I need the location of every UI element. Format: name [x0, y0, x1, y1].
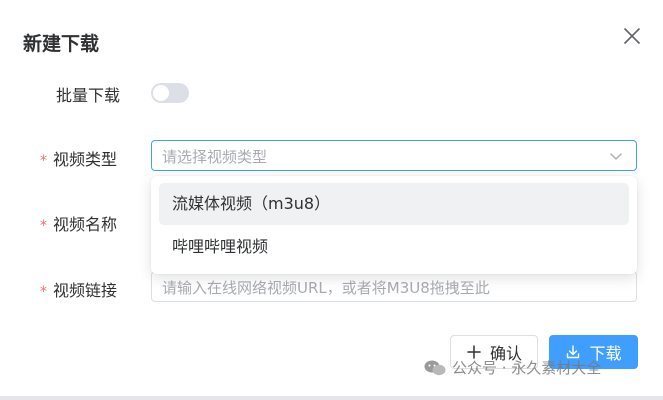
close-icon[interactable] — [620, 24, 644, 48]
video-link-placeholder: 请输入在线网络视频URL，或者将M3U8拖拽至此 — [162, 279, 490, 297]
option-m3u8[interactable]: 流媒体视频（m3u8） — [159, 183, 629, 225]
batch-download-toggle[interactable] — [151, 83, 189, 103]
required-mark: * — [40, 218, 47, 234]
video-type-placeholder: 请选择视频类型 — [162, 148, 268, 166]
required-mark: * — [40, 153, 47, 169]
required-mark: * — [40, 284, 47, 300]
video-name-label: 视频名称 — [53, 215, 118, 234]
video-link-label: 视频链接 — [53, 281, 118, 300]
chevron-down-icon — [608, 148, 624, 164]
video-type-label-row: * 视频类型 — [40, 146, 117, 170]
video-type-label: 视频类型 — [53, 150, 118, 169]
video-type-select[interactable]: 请选择视频类型 — [151, 140, 637, 171]
video-name-label-row: * 视频名称 — [40, 211, 117, 235]
dialog-title: 新建下载 — [23, 33, 100, 55]
watermark-text: 公众号 · 永久素材大全 — [452, 359, 602, 377]
watermark: 公众号 · 永久素材大全 — [424, 357, 601, 378]
video-type-dropdown: 流媒体视频（m3u8） 哔哩哔哩视频 — [151, 176, 637, 274]
toggle-knob — [153, 85, 169, 101]
bottom-divider — [0, 396, 663, 400]
video-link-input[interactable]: 请输入在线网络视频URL，或者将M3U8拖拽至此 — [151, 271, 637, 302]
option-bilibili[interactable]: 哔哩哔哩视频 — [159, 226, 629, 268]
wechat-icon — [424, 360, 446, 375]
video-link-label-row: * 视频链接 — [40, 277, 117, 301]
new-download-dialog: 新建下载 批量下载 * 视频类型 请选择视频类型 * 视频名称 * 视频链接 请输入在… — [0, 0, 663, 400]
batch-download-label: 批量下载 — [56, 86, 121, 105]
